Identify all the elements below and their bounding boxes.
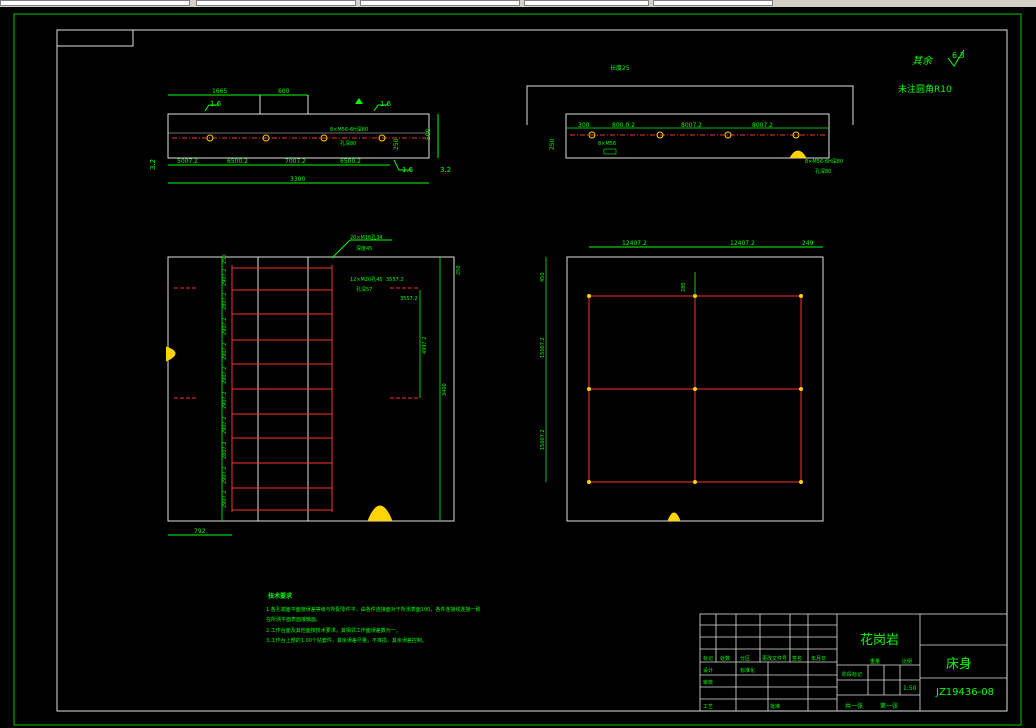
dimension-label: 2907.2 [222,467,228,485]
dimension-label: 250 [456,265,462,275]
roughness-label: 其余 [912,55,934,67]
dimension-label: 设计 [703,667,713,674]
dimension-label: 标记 [703,655,713,662]
dimension-label: 250 [393,138,400,150]
dimension-label: 15007.2 [540,429,546,450]
dimension-label: 年月日 [811,655,826,662]
dimension-label: 3400 [442,383,448,396]
dimension-label: 签名 [792,655,802,662]
dimension-label: 1.6 [380,100,392,108]
dimension-label: 长度25 [610,64,630,72]
roughness-symbol: 其余 6.3 未注圆角R10 [898,49,965,95]
dimension-label: 3.2 [440,166,451,174]
dimension-label: 审核 [703,679,713,686]
dimension-label: 280 [681,282,687,292]
dimension-label: 2907.2 [222,318,228,336]
dimension-label: 3557.2 [386,277,404,283]
dimension-label: 共一张 [845,702,863,710]
dimension-label: 分区 [740,655,750,662]
title-block-text: 花岗岩 床身 JZ19436-08 1:50 共一张 第一张 阶段标记 重量 比… [703,632,994,710]
dimension-label: 500 [425,128,432,140]
dimension-label: 处数 [720,655,730,662]
dimension-label: 300 [578,122,590,129]
dimension-label: 2907.2 [222,417,228,435]
dimension-label: 15007.2 [540,337,546,358]
toolbar-field-4[interactable] [524,0,649,6]
outer-frame [13,13,1022,726]
dimension-label: 2907.2 [222,491,228,509]
corner-note: 未注圆角R10 [898,83,952,95]
dimension-label: 8×M56-6H深80 [330,126,368,133]
dimension-label: 重量 [870,658,880,665]
dimension-label: 6500.2 [340,158,361,165]
cad-drawing: 其余 6.3 未注圆角R10 1665 600 1.6 1.6 8×M56-6H… [13,13,1022,726]
drawing-code-box [56,29,134,47]
side-view: 长度25 300 800.0.2 8007.2 8007.2 250 8×M56… [526,64,854,175]
dimension-label: 250 [549,138,556,150]
dimension-label: 孔深80 [340,140,356,147]
dimension-label: 比例 [902,658,912,665]
dimension-label: 249 [802,240,814,247]
technical-notes: 技术要求 1.各孔端面平面度误差等级与所配零件平，由各件连接面对于所测表面100… [266,592,480,644]
dimension-label: 3557.2 [400,296,418,302]
dimension-label: 8×M56 [598,141,616,147]
dimension-label: 1665 [212,88,227,95]
dimension-label: 6500.2 [227,158,248,165]
dimension-label: 792 [194,528,206,535]
dimension-label: 3.2 [149,159,157,170]
dimension-label: 孔深80 [815,168,831,175]
dimension-label: 2907.2 [222,392,228,410]
dimension-label: 3.工作台上部的1.00个钻套件，其余误差尽量，不准损，其余误差控制。 [266,637,427,644]
dimension-label: 孔深57 [356,286,372,293]
dimension-label: 2907.2 [222,269,228,287]
dimension-label: 批准 [770,703,780,710]
dimension-label: 3300 [290,176,305,183]
toolbar-field-3[interactable] [360,0,520,6]
dimension-label: 2907.2 [222,367,228,385]
front-view: 1665 600 1.6 1.6 8×M56-6H深80 孔深80 5007.2… [149,88,451,184]
dimension-label: 第一张 [880,702,898,710]
drawing-number: JZ19436-08 [935,687,994,698]
dimension-label: 800.0.2 [612,122,635,129]
drawing-canvas[interactable]: 其余 6.3 未注圆角R10 1665 600 1.6 1.6 8×M56-6H… [0,7,1036,728]
material-text: 花岗岩 [860,632,899,648]
plan-view: 12407.2 12407.2 249 450 15007.2 15007.2 … [540,240,824,522]
dimension-label: 250 [222,254,228,264]
toolbar-strip [0,0,1036,7]
dimension-label: 8007.2 [752,122,773,129]
dimension-label: 8×M56-6H深80 [805,158,843,165]
toolbar-field-5[interactable] [653,0,773,6]
dimension-label: 在所测平面表面接触面。 [266,616,321,623]
top-view: 250 2907.2 2807.2 2907.2 2907.2 2907.2 2… [165,234,462,536]
dimension-label: 7007.2 [285,158,306,165]
dimension-label: 标准化 [740,667,755,674]
dimension-label: 450 [540,272,546,282]
toolbar-field-2[interactable] [196,0,356,6]
scale-value: 1:50 [903,685,917,692]
part-name: 床身 [946,656,972,672]
dimension-label: 12407.2 [622,240,647,247]
dimension-label: 深度45 [356,245,372,252]
inner-frame [56,29,1008,712]
toolbar-field-1[interactable] [0,0,190,6]
dimension-label: 更改文件号 [762,655,787,662]
dimension-label: 5007.2 [177,158,198,165]
notes-heading: 技术要求 [268,592,293,600]
dimension-label: 1.各孔端面平面度误差等级与所配零件平，由各件连接面对于所测表面100，各件连接… [266,606,480,613]
dimension-label: 12×M20孔45 [350,276,383,283]
dimension-label: 2807.2 [222,293,228,311]
dimension-label: 8007.2 [681,122,702,129]
dimension-label: 2.工作台面及其他面按技术要求，其相邻工作面误差数为一。 [266,627,401,634]
dimension-label: 4997.2 [422,337,428,355]
dimension-label: 2807.2 [222,442,228,460]
dimension-label: 12407.2 [730,240,755,247]
dimension-label: 2907.2 [222,343,228,361]
dimension-label: 20×M16孔34 [350,234,383,241]
dimension-label: 600 [278,88,290,95]
dimension-label: 工艺 [703,704,713,710]
roughness-value: 6.3 [952,51,965,60]
dimension-label: 1.6 [210,100,222,108]
dimension-label: 阶段标记 [842,671,862,678]
